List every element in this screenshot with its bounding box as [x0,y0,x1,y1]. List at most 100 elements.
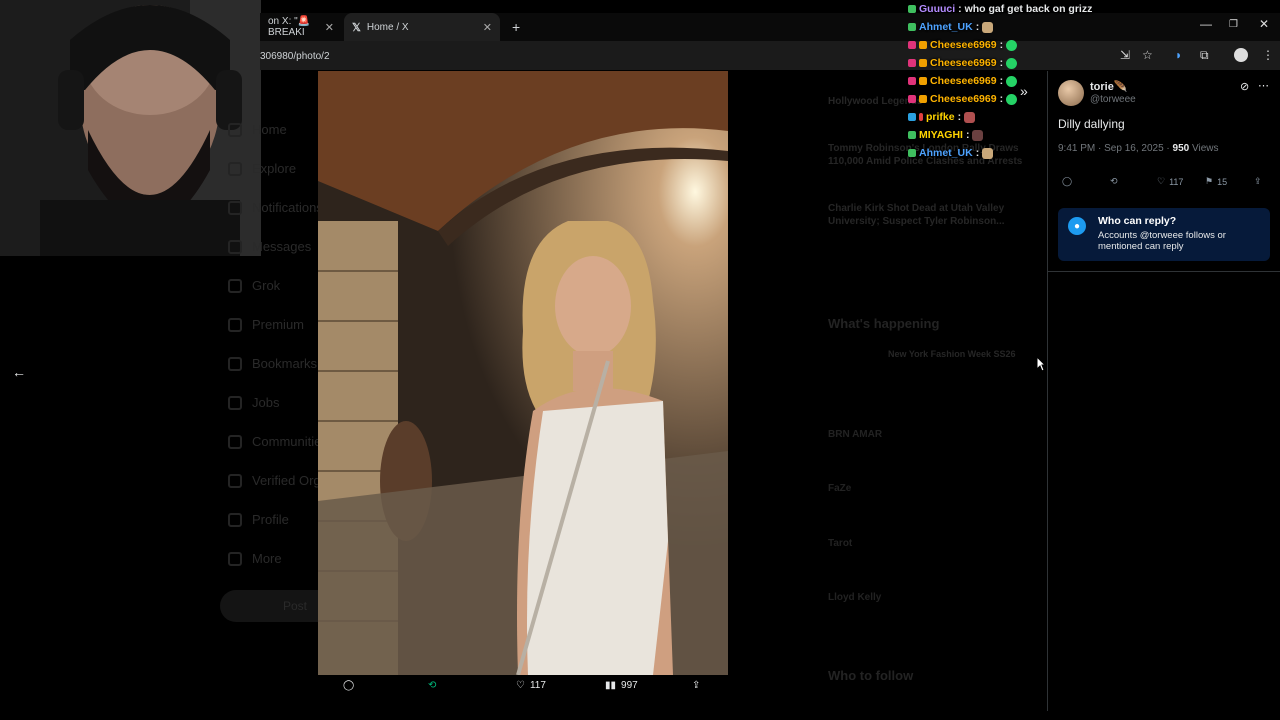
briefcase-icon [228,395,242,410]
whatsapp-emote-icon [1006,93,1018,105]
chat-username: Ahmet_UK [919,21,973,33]
close-tab-icon[interactable]: ✕ [325,21,334,34]
nav-item-messages: Messages [228,227,328,266]
bookmark-star-icon[interactable]: ☆ [1142,48,1153,62]
person-icon: ● [1068,217,1086,235]
like-button[interactable]: ♡ 117 [516,680,546,691]
chat-message: MIYAGHI : [908,126,1108,144]
chat-username: Cheesee6969 [930,39,997,51]
bookmark-icon: ⚑ [1205,176,1214,186]
trend-name: Lloyd Kelly [828,592,882,603]
more-dots-icon[interactable]: ⋯ [1258,79,1269,92]
chat-message: Cheesee6969 : [908,90,1108,108]
nav-item-premium: Premium [228,305,328,344]
retweet-icon: ⟲ [428,680,437,691]
trend-name: Tarot [828,538,853,549]
who-can-reply-title: Who can reply? [1098,215,1177,227]
heart-icon: ♡ [516,680,525,691]
tab-label: on X: "🚨 BREAKI [268,16,311,38]
reply-button[interactable]: ◯ [1062,176,1072,187]
share-button[interactable]: ⇪ [692,680,700,691]
people-icon [228,434,242,449]
double-chevron-right-icon[interactable]: » [1020,83,1028,99]
bookmark-count: 15 [1217,176,1228,187]
happening-item: New York Fashion Week SS26 [888,349,1016,359]
chat-message: Ahmet_UK : [908,144,1108,162]
badge-icon [908,113,916,121]
chat-message: Cheesee6969 : [908,72,1108,90]
stream-chat-overlay: Guuuci : who gaf get back on grizz Ahmet… [908,0,1108,162]
profile-avatar-icon[interactable] [1234,48,1248,62]
views-count: 950 [1172,143,1190,154]
install-app-icon[interactable]: ⇲ [1120,48,1130,62]
mouse-cursor-icon [1036,355,1047,377]
chat-username: Cheesee6969 [930,75,997,87]
nav-item-profile: Profile [228,500,328,539]
like-count: 117 [1169,176,1184,187]
new-tab-button[interactable]: + [504,13,528,41]
grok-icon[interactable]: ⊘ [1240,80,1249,93]
whats-happening-heading: What's happening [828,316,940,331]
bookmark-button[interactable]: ⚑ 15 [1205,176,1227,187]
chat-username: Cheesee6969 [930,93,997,105]
grok-icon [228,278,242,293]
retweet-button[interactable]: ⟲ [1110,176,1118,187]
whatsapp-emote-icon [1006,75,1018,87]
nav-item-verified-orgs: Verified Orgs [228,461,328,500]
close-window-icon[interactable]: ✕ [1259,17,1269,31]
emote-icon [964,111,976,123]
divider [1047,271,1280,272]
tab-label: Home / X [366,21,409,33]
browser-tab[interactable]: on X: "🚨 BREAKI ✕ [260,13,342,41]
chat-text: : [999,93,1004,105]
chat-username: prifke [926,111,955,123]
minimize-icon[interactable]: — [1200,17,1212,31]
badge-icon [919,95,927,103]
emote-icon [982,21,994,33]
share-icon: ⇪ [692,680,701,691]
person-icon [228,512,242,527]
emote-icon [982,147,994,159]
reply-button[interactable]: ◯ [343,680,354,691]
browser-tab-bar: on X: "🚨 BREAKI ✕ 𝕏 Home / X ✕ + [260,13,1280,41]
bookmark-icon [228,356,242,371]
reply-icon: ◯ [1062,176,1073,186]
browser-tab-active[interactable]: 𝕏 Home / X ✕ [344,13,500,41]
badge-icon [908,41,916,49]
arrow-left-icon[interactable]: ← [12,364,26,380]
x-logo-icon [228,317,242,332]
chat-username: Cheesee6969 [930,57,997,69]
views-button[interactable]: ▮▮ 997 [605,680,638,691]
chat-text: : [999,75,1004,87]
photo-viewer-actions: ◯ ⟲ ♡ 117 ▮▮ 997 ⇪ [330,680,730,702]
chat-message: Ahmet_UK : [908,18,1108,36]
home-icon [228,122,242,137]
badge-icon [908,5,916,13]
nav-item-jobs: Jobs [228,383,328,422]
x-logo-icon: 𝕏 [352,21,361,34]
who-can-reply-desc: Accounts @torweee follows or mentioned c… [1098,230,1226,252]
extensions-puzzle-icon[interactable]: ⧉ [1200,48,1209,63]
reply-icon: ◯ [343,680,355,691]
close-tab-icon[interactable]: ✕ [483,21,492,34]
badge-icon [919,113,923,121]
badge-icon [919,77,927,85]
menu-dots-icon[interactable]: ⋮ [1262,48,1274,62]
like-button[interactable]: ♡ 117 [1157,176,1183,187]
share-button[interactable]: ⇪ [1254,176,1262,187]
badge-icon [908,77,916,85]
bar-chart-icon: ▮▮ [605,680,617,691]
tweet-photo[interactable] [318,71,728,675]
mail-icon [228,239,242,254]
search-icon [228,161,242,176]
retweet-button[interactable]: ⟲ [428,680,436,691]
badge-icon [908,131,916,139]
maximize-icon[interactable]: ❐ [1229,19,1238,30]
badge-icon [908,149,916,157]
extension-icon[interactable]: ◗ [1175,48,1182,62]
badge-icon [908,95,916,103]
chat-message: Cheesee6969 : [908,54,1108,72]
nav-item-communities: Communities [228,422,328,461]
bell-icon [228,200,242,215]
trend-name: FaZe [828,483,852,494]
